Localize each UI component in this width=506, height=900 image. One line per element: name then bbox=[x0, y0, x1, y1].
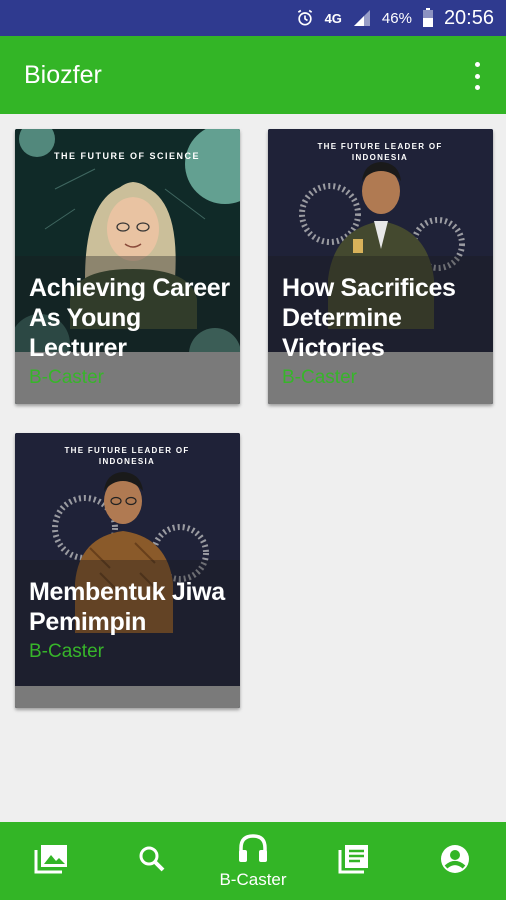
clock: 20:56 bbox=[443, 6, 494, 29]
status-bar: 4G 46% 20:56 bbox=[0, 0, 506, 36]
poster-heading: THE FUTURE LEADER OF bbox=[64, 446, 189, 455]
podcast-card[interactable]: THE FUTURE LEADER OF INDONESIA Membentuk… bbox=[15, 433, 240, 708]
bottom-navigation: B-Caster bbox=[0, 822, 506, 900]
battery-percent: 46% bbox=[381, 9, 412, 27]
alarm-icon bbox=[295, 8, 315, 28]
search-icon bbox=[138, 845, 166, 878]
signal-icon bbox=[352, 9, 372, 27]
nav-label: B-Caster bbox=[219, 869, 287, 889]
category-bar bbox=[15, 686, 240, 708]
app-bar: Biozfer bbox=[0, 36, 506, 114]
nav-articles[interactable] bbox=[304, 822, 405, 900]
gallery-icon bbox=[34, 844, 68, 879]
card-title: Achieving Career As Young Lecturer bbox=[29, 274, 230, 362]
poster-heading: THE FUTURE OF SCIENCE bbox=[54, 151, 200, 161]
nav-b-caster[interactable]: B-Caster bbox=[202, 822, 303, 900]
network-type: 4G bbox=[324, 10, 342, 26]
nav-gallery[interactable] bbox=[0, 822, 101, 900]
headphones-icon bbox=[237, 833, 269, 868]
podcast-card[interactable]: THE FUTURE LEADER OF INDONESIA How Sacri… bbox=[268, 129, 493, 404]
poster-heading: THE FUTURE LEADER OF bbox=[317, 142, 442, 151]
card-title: Membentuk Jiwa Pemimpin bbox=[29, 578, 225, 636]
card-category: B-Caster bbox=[29, 367, 104, 388]
card-category: B-Caster bbox=[282, 367, 357, 388]
app-title: Biozfer bbox=[24, 60, 102, 89]
nav-search[interactable] bbox=[101, 822, 202, 900]
card-category: B-Caster bbox=[29, 641, 104, 662]
poster-subheading: INDONESIA bbox=[352, 153, 408, 162]
podcast-card[interactable]: THE FUTURE OF SCIENCE Achieving Career A… bbox=[15, 129, 240, 404]
more-vert-icon[interactable] bbox=[470, 62, 484, 90]
nav-account[interactable] bbox=[405, 822, 506, 900]
poster-subheading: INDONESIA bbox=[99, 457, 155, 466]
card-title: How Sacrifices Determine Victories bbox=[282, 274, 456, 362]
account-icon bbox=[440, 844, 470, 879]
articles-icon bbox=[338, 844, 370, 879]
battery-icon bbox=[422, 8, 434, 28]
